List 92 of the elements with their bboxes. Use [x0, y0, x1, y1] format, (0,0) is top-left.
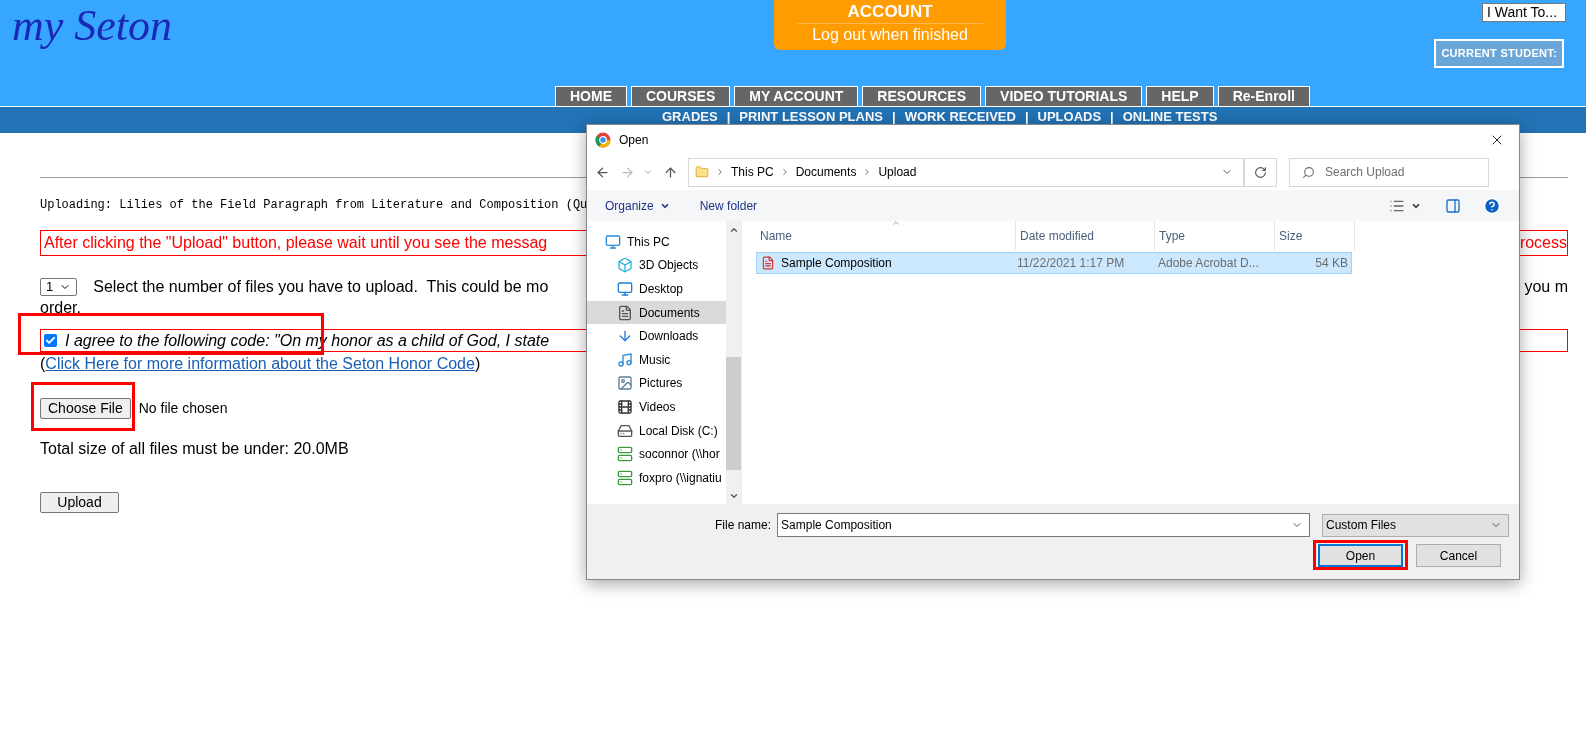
scroll-up-icon[interactable]	[728, 225, 739, 235]
monitor-icon	[617, 281, 633, 297]
dialog-title: Open	[619, 131, 649, 149]
nav-pane-item[interactable]: Local Disk (C:)	[587, 418, 727, 443]
refresh-icon	[1254, 165, 1267, 179]
honor-code-link[interactable]: Click Here for more information about the Seton Honor Code	[45, 352, 475, 376]
document-icon	[617, 304, 633, 321]
nav-pane-item[interactable]: 3D Objects	[587, 253, 727, 278]
help-icon[interactable]	[1483, 196, 1501, 215]
file-count-text: order.	[40, 299, 81, 317]
file-count-select[interactable]: 1	[40, 278, 78, 296]
film-icon	[617, 398, 633, 415]
search-field[interactable]: Search Upload	[1289, 157, 1489, 187]
nav-tab[interactable]: COURSES	[631, 86, 731, 106]
sub-nav-link[interactable]: GRADES	[662, 107, 718, 127]
chevron-right-icon	[715, 167, 725, 177]
pdf-file-icon	[761, 256, 775, 270]
account-title: ACCOUNT	[797, 1, 984, 24]
breadcrumb-item[interactable]: Upload	[878, 163, 917, 181]
nav-pane-item[interactable]: Downloads	[587, 324, 727, 348]
file-name: Sample Composition	[781, 255, 892, 272]
i-want-to-select[interactable]: I Want To...	[1482, 3, 1566, 22]
hard-drive-icon	[617, 422, 633, 439]
upload-button[interactable]: Upload	[40, 492, 119, 513]
parenthesis: )	[474, 354, 481, 374]
nav-tab[interactable]: RESOURCES	[862, 86, 982, 106]
file-date: 11/22/2021 1:17 PM	[1016, 255, 1126, 272]
file-size: 54 KB	[1314, 255, 1348, 272]
nav-tab[interactable]: VIDEO TUTORIALS	[985, 86, 1143, 106]
logout-note: Log out when finished	[812, 25, 968, 45]
nav-tab[interactable]: HOME	[555, 86, 627, 106]
nav-tab[interactable]: MY ACCOUNT	[734, 86, 859, 106]
music-note-icon	[617, 351, 633, 368]
separator: |	[726, 108, 731, 126]
nav-tab[interactable]: HELP	[1146, 86, 1214, 106]
monitor-icon	[605, 233, 621, 250]
file-type: Adobe Acrobat D...	[1157, 255, 1260, 272]
search-icon	[1302, 165, 1315, 179]
file-type-select[interactable]: Custom Files	[1322, 513, 1510, 537]
sub-nav-link[interactable]: UPLOADS	[1037, 107, 1102, 127]
file-count-text: you m	[1524, 277, 1568, 297]
nav-pane-item[interactable]: foxpro (\\ignatiu	[587, 465, 727, 490]
dialog-button[interactable]: Cancel	[1416, 544, 1501, 567]
nav-pane-item[interactable]: This PC	[587, 230, 727, 254]
file-name-label: File name:	[715, 517, 772, 534]
separator: |	[1110, 108, 1114, 126]
sub-nav-link[interactable]: WORK RECEIVED	[904, 107, 1016, 127]
nav-pane-item[interactable]: Desktop	[587, 277, 727, 301]
refresh-button[interactable]	[1244, 157, 1277, 187]
cube-icon	[617, 257, 633, 274]
uploading-title: Uploading: Lilies of the Field Paragraph from Literature and Composition (Qu	[40, 197, 588, 214]
breadcrumb-item[interactable]: Documents	[795, 163, 857, 181]
nav-pane-item[interactable]: Videos	[587, 395, 727, 419]
breadcrumb-item[interactable]: This PC	[731, 163, 774, 181]
scroll-down-icon[interactable]	[728, 491, 739, 501]
toolbar-button[interactable]: Organize	[605, 196, 670, 215]
column-header[interactable]: Date modified	[1016, 221, 1155, 250]
site-logo[interactable]: my Seton	[12, 4, 173, 48]
folder-icon	[695, 164, 709, 180]
toolbar-button[interactable]: New folder	[699, 196, 758, 215]
scrollbar-thumb[interactable]	[726, 357, 741, 470]
separator: |	[892, 108, 896, 126]
picture-icon	[617, 375, 633, 392]
separator: |	[1024, 108, 1029, 126]
file-row[interactable]: Sample Composition 11/22/2021 1:17 PM Adobe Acrobat D... 54 KB	[756, 252, 1352, 274]
sub-nav-link[interactable]: ONLINE TESTS	[1122, 107, 1218, 127]
nav-tab[interactable]: Re-Enroll	[1217, 86, 1310, 106]
preview-pane-icon[interactable]	[1445, 197, 1461, 214]
nav-pane-item[interactable]: Documents	[587, 300, 727, 325]
choose-file-button[interactable]: Choose File	[40, 398, 131, 419]
dialog-button[interactable]: Open	[1318, 544, 1403, 567]
warning-text: rocess	[1519, 233, 1567, 253]
address-bar[interactable]: This PC Documents Upload	[688, 157, 1244, 187]
nav-pane-item[interactable]: Music	[587, 347, 727, 372]
server-icon	[617, 469, 633, 486]
size-note: Total size of all files must be under: 20.0MB	[40, 439, 349, 459]
file-status: No file chosen	[138, 399, 228, 418]
column-header[interactable]: Name	[756, 221, 1016, 250]
parenthesis: (	[40, 354, 46, 374]
honor-checkbox[interactable]	[44, 334, 57, 347]
server-icon	[617, 446, 633, 463]
sub-nav-link[interactable]: PRINT LESSON PLANS	[739, 107, 883, 127]
file-name-field[interactable]: Sample Composition	[777, 513, 1311, 537]
scrollbar[interactable]	[726, 221, 741, 504]
column-header[interactable]: Size	[1275, 221, 1355, 250]
nav-pane-item[interactable]: Pictures	[587, 371, 727, 396]
sort-caret-icon	[891, 218, 901, 228]
browser-logo-icon	[595, 131, 611, 148]
warning-text: After clicking the "Upload" button, please wait until you see the messag	[44, 233, 548, 253]
nav-pane-item[interactable]: soconnor (\\hor	[587, 442, 727, 466]
column-header[interactable]: Type	[1155, 221, 1275, 250]
file-count-text: Select the number of files you have to upload. This could be mo	[93, 277, 549, 297]
